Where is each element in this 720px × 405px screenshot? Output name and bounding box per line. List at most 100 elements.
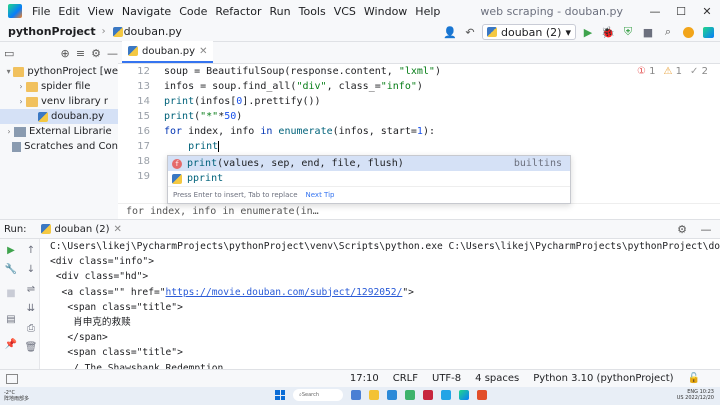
- chevron-right-icon[interactable]: ›: [4, 127, 14, 136]
- app-icon[interactable]: [423, 390, 433, 400]
- scroll-up-icon[interactable]: ↑: [24, 243, 38, 257]
- collapse-icon[interactable]: ≡: [76, 45, 85, 61]
- close-window-button[interactable]: ✕: [694, 0, 720, 22]
- tree-item[interactable]: douban.py: [0, 109, 118, 124]
- console-output[interactable]: C:\Users\likej\PycharmProjects\pythonPro…: [40, 239, 720, 369]
- tool-window-toggle-icon[interactable]: [6, 373, 18, 384]
- taskbar-search[interactable]: ⌕ Search: [293, 389, 343, 401]
- chrome-icon[interactable]: [405, 390, 415, 400]
- menu-help[interactable]: Help: [411, 5, 444, 18]
- inspection-widget[interactable]: ① 1 ⚠ 1 ✓ 2: [637, 66, 708, 77]
- soft-wrap-icon[interactable]: ⇌: [24, 282, 38, 296]
- windows-start-icon[interactable]: [275, 390, 285, 400]
- menu-vcs[interactable]: VCS: [330, 5, 360, 18]
- indent-setting[interactable]: 4 spaces: [475, 373, 519, 384]
- tab-label: douban.py: [142, 45, 196, 57]
- app-icon[interactable]: [441, 390, 451, 400]
- rerun-icon[interactable]: ▶: [4, 243, 18, 257]
- edge-icon[interactable]: [387, 390, 397, 400]
- pin-icon[interactable]: 📌: [4, 337, 18, 351]
- locate-icon[interactable]: ⊕: [60, 45, 69, 61]
- tab-douban-py[interactable]: douban.py ✕: [122, 41, 214, 63]
- trash-icon[interactable]: 🗑: [24, 340, 38, 354]
- editor-tab-bar: douban.py ✕: [118, 41, 720, 64]
- caret-position[interactable]: 17:10: [350, 373, 379, 384]
- python-config-icon: [40, 224, 51, 234]
- line-number: 19: [137, 171, 150, 182]
- close-tab-icon[interactable]: ✕: [199, 46, 207, 57]
- user-icon[interactable]: 👤: [442, 24, 458, 40]
- lock-icon[interactable]: 🔓: [688, 373, 700, 384]
- run-tab[interactable]: douban (2) ✕: [40, 223, 122, 235]
- hide-panel-icon[interactable]: —: [698, 221, 714, 237]
- code-line-15: print("*"*50): [164, 111, 243, 122]
- coverage-icon[interactable]: ⛨: [620, 24, 636, 40]
- hide-icon[interactable]: —: [107, 45, 118, 61]
- back-arrow-icon[interactable]: ↶: [462, 24, 478, 40]
- menu-run[interactable]: Run: [266, 5, 295, 18]
- debug-icon[interactable]: 🐞: [600, 24, 616, 40]
- wrench-icon[interactable]: 🔧: [4, 262, 18, 276]
- completion-item[interactable]: pprint: [168, 171, 570, 186]
- chevron-right-icon[interactable]: ›: [16, 82, 26, 91]
- editor-breadcrumb[interactable]: for index, info in enumerate(in…: [118, 203, 720, 219]
- tree-item-label: pythonProject [we: [27, 66, 118, 77]
- menu-tools[interactable]: Tools: [295, 5, 330, 18]
- file-encoding[interactable]: UTF-8: [432, 373, 461, 384]
- menu-window[interactable]: Window: [360, 5, 411, 18]
- tree-item[interactable]: ▾ pythonProject [we: [0, 64, 118, 79]
- breadcrumb-file[interactable]: douban.py: [124, 25, 182, 38]
- menu-navigate[interactable]: Navigate: [118, 5, 175, 18]
- chevron-right-icon[interactable]: ›: [16, 97, 26, 106]
- menu-edit[interactable]: Edit: [54, 5, 83, 18]
- menu-view[interactable]: View: [84, 5, 118, 18]
- scroll-down-icon[interactable]: ↓: [24, 262, 38, 276]
- minimize-button[interactable]: —: [642, 0, 668, 22]
- breadcrumb-project[interactable]: pythonProject: [8, 25, 96, 38]
- weather-widget[interactable]: -2°C 阵地雨部多: [4, 390, 29, 402]
- line-separator[interactable]: CRLF: [393, 373, 418, 384]
- search-icon[interactable]: ⌕: [660, 24, 676, 40]
- update-icon[interactable]: [680, 24, 696, 40]
- completion-item[interactable]: f print (values, sep, end, file, flush) …: [168, 156, 570, 171]
- console-url-link[interactable]: https://movie.douban.com/subject/1292052…: [166, 287, 403, 298]
- run-panel-header: Run: douban (2) ✕ ⚙ —: [0, 219, 720, 239]
- next-tip-link[interactable]: Next Tip: [306, 191, 335, 199]
- code-text: soup = BeautifulSoup(response.content, "…: [164, 64, 441, 154]
- system-tray[interactable]: ENG 10:23 US 2022/12/20: [677, 389, 714, 401]
- close-tab-icon[interactable]: ✕: [114, 224, 122, 235]
- python-module-icon: [172, 173, 182, 184]
- tree-item[interactable]: › venv library r: [0, 94, 118, 109]
- run-icon[interactable]: ▶: [580, 24, 596, 40]
- menu-bar: File Edit View Navigate Code Refactor Ru…: [0, 0, 720, 22]
- completion-params: (values, sep, end, file, flush): [217, 158, 404, 169]
- settings-logo-icon[interactable]: [700, 24, 716, 40]
- menu-refactor[interactable]: Refactor: [211, 5, 265, 18]
- console-line: / The Shawshank Redemption: [50, 362, 224, 370]
- maximize-button[interactable]: ☐: [668, 0, 694, 22]
- line-number-gutter: 12 13 14 15 16 17 18 19: [118, 64, 154, 219]
- gear-icon[interactable]: ⚙: [91, 45, 101, 61]
- file-explorer-icon[interactable]: [369, 390, 379, 400]
- tree-item[interactable]: › External Librarie: [0, 124, 118, 139]
- code-completion-popup[interactable]: f print (values, sep, end, file, flush) …: [167, 155, 571, 204]
- stop-icon[interactable]: ■: [640, 24, 656, 40]
- chevron-down-icon[interactable]: ▾: [4, 67, 13, 76]
- stop-icon[interactable]: ■: [4, 286, 18, 300]
- console-line: <div class="hd">: [50, 271, 149, 283]
- pycharm-taskbar-icon[interactable]: [459, 390, 469, 400]
- console-line: <div class="info">: [50, 256, 154, 268]
- menu-code[interactable]: Code: [175, 5, 211, 18]
- print-icon[interactable]: ⎙: [24, 321, 38, 335]
- tree-item[interactable]: › spider file: [0, 79, 118, 94]
- gear-icon[interactable]: ⚙: [674, 221, 690, 237]
- tree-item[interactable]: Scratches and Con: [0, 139, 118, 154]
- python-interpreter[interactable]: Python 3.10 (pythonProject): [533, 373, 673, 384]
- task-view-icon[interactable]: [351, 390, 361, 400]
- run-config-selector[interactable]: douban (2) ▾: [482, 24, 576, 40]
- run-tab-label: douban (2): [54, 223, 110, 235]
- menu-file[interactable]: File: [28, 5, 54, 18]
- layout-icon[interactable]: ▤: [4, 312, 18, 326]
- scroll-to-end-icon[interactable]: ⇊: [24, 301, 38, 315]
- app-icon[interactable]: [477, 390, 487, 400]
